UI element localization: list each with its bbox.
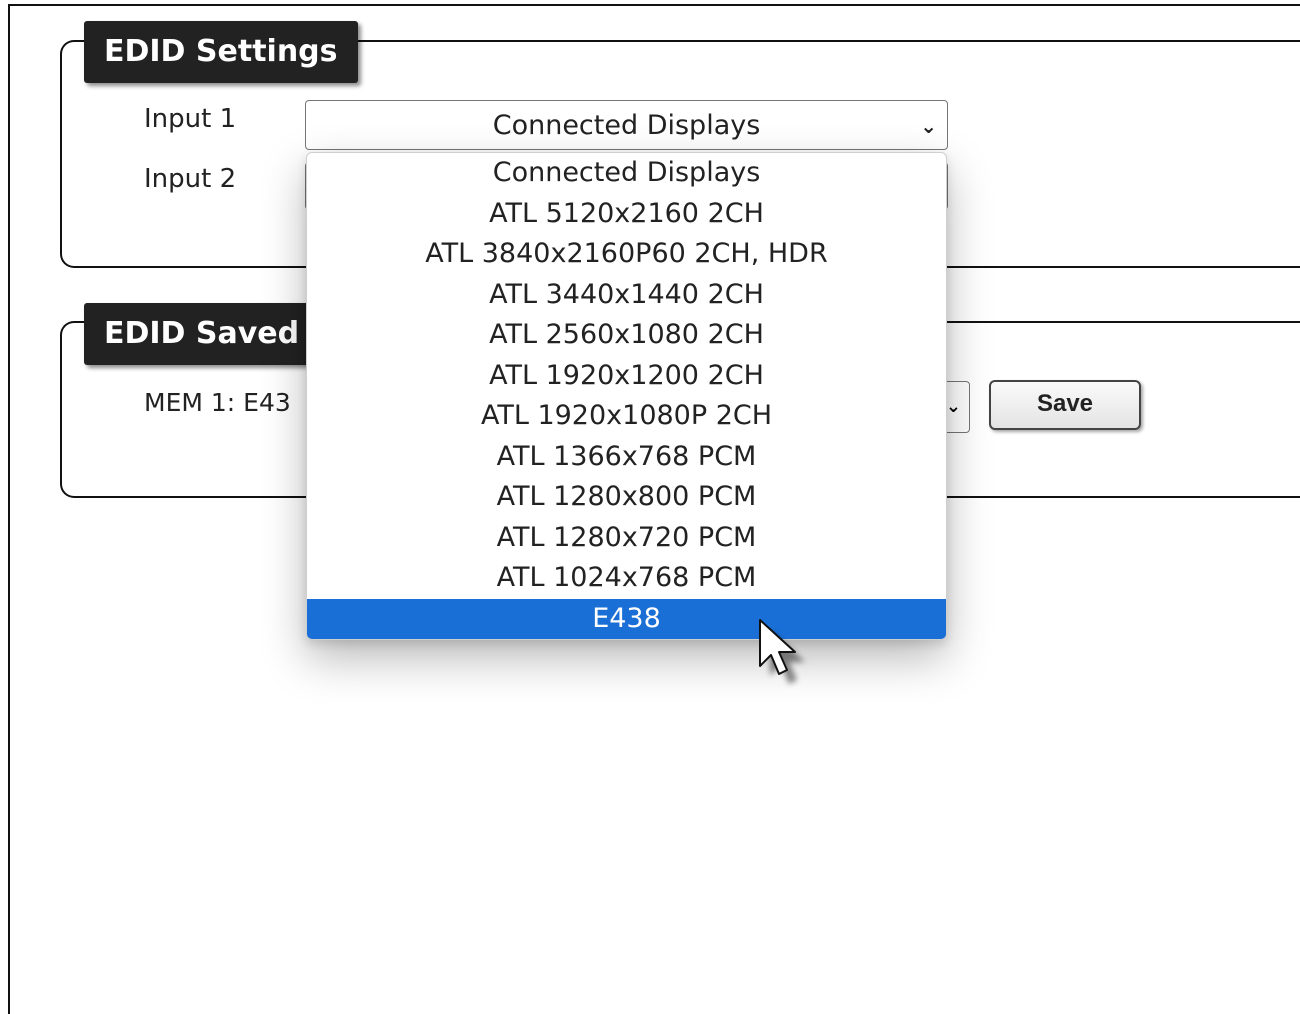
input-1-selected-value: Connected Displays — [492, 110, 761, 141]
dropdown-option[interactable]: ATL 3440x1440 2CH — [307, 275, 946, 316]
dropdown-option[interactable]: ATL 3840x2160P60 2CH, HDR — [307, 234, 946, 275]
dropdown-option[interactable]: Connected Displays — [307, 153, 946, 194]
dropdown-option[interactable]: ATL 1920x1080P 2CH — [307, 396, 946, 437]
input-2-label: Input 2 — [144, 164, 237, 194]
input-1-dropdown-list: Connected Displays ATL 5120x2160 2CH ATL… — [306, 152, 947, 640]
dropdown-option[interactable]: ATL 1366x768 PCM — [307, 437, 946, 478]
chevron-down-icon: ⌄ — [920, 114, 937, 138]
dropdown-option-highlighted[interactable]: E438 — [307, 598, 946, 639]
save-button[interactable]: Save — [989, 380, 1141, 430]
dropdown-option[interactable]: ATL 1280x720 PCM — [307, 518, 946, 559]
input-1-select[interactable]: Connected Displays ⌄ — [305, 100, 948, 150]
dropdown-option[interactable]: ATL 5120x2160 2CH — [307, 194, 946, 235]
mem-1-label: MEM 1: E43 — [144, 388, 291, 417]
chevron-down-icon: ⌄ — [945, 396, 961, 417]
input-1-label: Input 1 — [144, 104, 237, 134]
edid-settings-title: EDID Settings — [84, 21, 358, 83]
dropdown-option[interactable]: ATL 2560x1080 2CH — [307, 315, 946, 356]
edid-saved-title: EDID Saved — [84, 303, 320, 365]
dropdown-option[interactable]: ATL 1920x1200 2CH — [307, 356, 946, 397]
dropdown-option[interactable]: ATL 1280x800 PCM — [307, 477, 946, 518]
mouse-cursor-icon — [759, 619, 805, 684]
dropdown-option[interactable]: ATL 1024x768 PCM — [307, 558, 946, 599]
